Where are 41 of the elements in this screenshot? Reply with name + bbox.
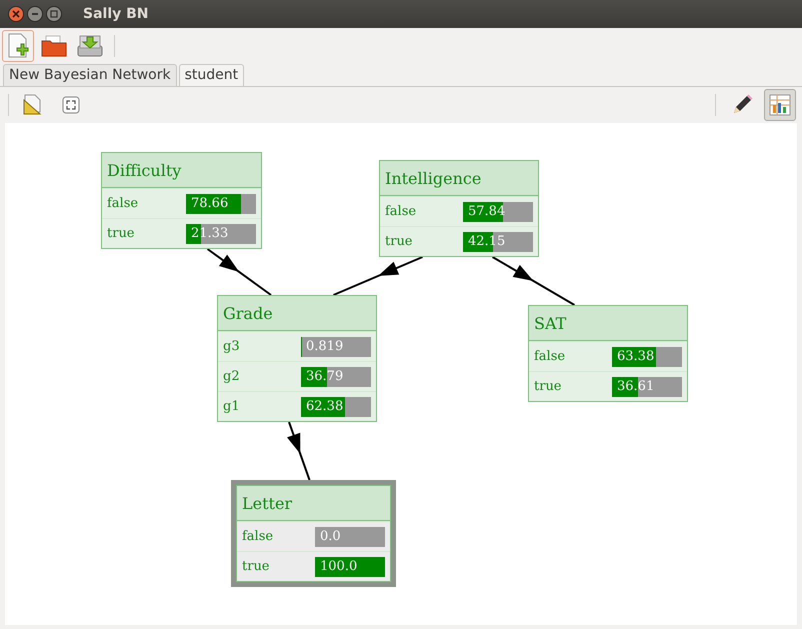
close-icon <box>12 10 20 18</box>
maximize-button[interactable] <box>46 6 62 22</box>
maximize-icon <box>50 10 58 18</box>
dependency-arrow <box>206 248 272 296</box>
probability-value: 0.819 <box>306 338 344 356</box>
window-title: Sally BN <box>83 4 149 24</box>
state-label: true <box>385 232 413 251</box>
minimize-button[interactable] <box>27 6 43 22</box>
state-label: false <box>385 202 416 221</box>
state-label: g3 <box>223 338 240 356</box>
probability-value: 63.38 <box>617 348 654 366</box>
inference-view-button[interactable] <box>764 88 796 120</box>
node-title: Intelligence <box>380 161 538 196</box>
close-button[interactable] <box>8 6 24 22</box>
node-title: Letter <box>237 486 390 521</box>
state-label: false <box>242 528 274 546</box>
new-file-icon <box>6 33 30 59</box>
node-title: Difficulty <box>102 153 261 188</box>
probability-value: 100.0 <box>320 558 358 576</box>
node-title: Grade <box>218 296 376 331</box>
probability-value: 0.0 <box>320 528 341 546</box>
download-drive-icon <box>77 34 103 58</box>
set-square-icon <box>22 94 44 116</box>
folder-icon <box>41 35 67 57</box>
fit-view-icon <box>62 96 80 114</box>
state-label: false <box>534 348 566 366</box>
dependency-arrow <box>287 422 310 480</box>
tab[interactable]: student <box>178 64 244 86</box>
probability-value: 78.66 <box>191 194 228 212</box>
state-label: true <box>242 558 270 576</box>
probability-value: 62.38 <box>306 398 344 416</box>
state-label: g1 <box>223 398 240 416</box>
chart-table-icon <box>768 92 792 116</box>
state-label: true <box>534 378 562 396</box>
tab[interactable]: New Bayesian Network <box>3 64 177 86</box>
minimize-icon <box>31 10 39 18</box>
node-title: SAT <box>529 306 687 341</box>
state-label: false <box>107 194 138 213</box>
state-label: g2 <box>223 368 240 386</box>
new-file-button[interactable] <box>2 30 34 62</box>
state-label: true <box>107 224 135 243</box>
